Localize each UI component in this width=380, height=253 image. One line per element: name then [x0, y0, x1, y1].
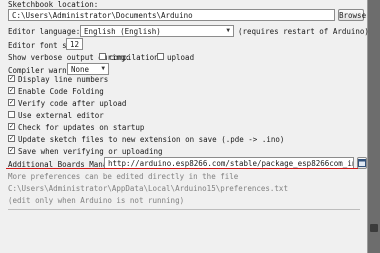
upload-checkbox[interactable]	[157, 53, 164, 60]
compilation-label: compilation	[109, 53, 159, 62]
compiler-warnings-value: None	[71, 65, 90, 74]
editor-language-value: English (English)	[84, 27, 161, 36]
highlight-underline	[6, 168, 358, 169]
check-updates-checkbox[interactable]: ✓	[8, 123, 15, 130]
sketchbook-path-field[interactable]: C:\Users\Administrator\Documents\Arduino	[8, 9, 335, 21]
edit-urls-button[interactable]	[357, 157, 367, 169]
save-when-verifying-label: Save when verifying or uploading	[18, 147, 163, 156]
compiler-warnings-select[interactable]: None ▼	[67, 63, 109, 75]
upload-label: upload	[167, 53, 195, 62]
chevron-down-icon: ▼	[226, 27, 230, 34]
compilation-checkbox[interactable]	[99, 53, 106, 60]
sketchbook-location-label: Sketchbook location:	[8, 0, 99, 9]
edit-note: (edit only when Arduino is not running)	[8, 196, 185, 205]
save-when-verifying-checkbox[interactable]: ✓	[8, 147, 15, 154]
update-sketch-extension-checkbox[interactable]: ✓	[8, 135, 15, 142]
preferences-window: Sketchbook location: C:\Users\Administra…	[0, 0, 369, 253]
editor-language-select[interactable]: English (English) ▼	[80, 25, 234, 37]
update-sketch-extension-label: Update sketch files to new extension on …	[18, 135, 285, 144]
chevron-down-icon: ▼	[101, 65, 105, 72]
check-updates-label: Check for updates on startup	[18, 123, 145, 132]
editor-font-size-field[interactable]: 12	[66, 38, 83, 50]
enable-code-folding-label: Enable Code Folding	[18, 87, 104, 96]
verify-after-upload-checkbox[interactable]: ✓	[8, 99, 15, 106]
scroll-knob[interactable]	[370, 224, 378, 232]
background-window-edge	[368, 0, 380, 253]
display-line-numbers-label: Display line numbers	[18, 75, 109, 84]
display-line-numbers-checkbox[interactable]: ✓	[8, 75, 15, 82]
more-preferences-note: More preferences can be edited directly …	[8, 172, 239, 181]
restart-note: (requires restart of Arduino)	[238, 27, 369, 36]
use-external-editor-checkbox[interactable]	[8, 111, 15, 118]
use-external-editor-label: Use external editor	[18, 111, 104, 120]
browse-button[interactable]: Browse	[338, 9, 366, 21]
divider	[8, 209, 360, 210]
preferences-file-path: C:\Users\Administrator\AppData\Local\Ard…	[8, 184, 288, 193]
editor-language-label: Editor language:	[8, 27, 81, 36]
window-list-icon	[358, 159, 366, 167]
enable-code-folding-checkbox[interactable]: ✓	[8, 87, 15, 94]
verify-after-upload-label: Verify code after upload	[18, 99, 127, 108]
